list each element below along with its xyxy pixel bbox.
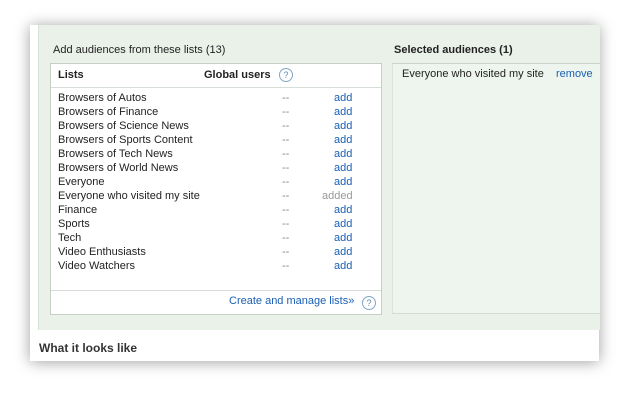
add-link[interactable]: add bbox=[334, 105, 352, 119]
list-item: Browsers of Autos -- add bbox=[51, 91, 381, 105]
list-item-global-users: -- bbox=[282, 148, 290, 160]
add-link[interactable]: add bbox=[334, 231, 352, 245]
list-item-name: Browsers of Science News bbox=[58, 120, 189, 132]
list-item: Tech -- add bbox=[51, 231, 381, 245]
list-item-global-users: -- bbox=[282, 162, 290, 174]
list-item: Sports -- add bbox=[51, 217, 381, 231]
available-lists-title: Add audiences from these lists (13) bbox=[53, 44, 226, 56]
add-link[interactable]: add bbox=[334, 175, 352, 189]
selected-audiences-box: Everyone who visited my site remove bbox=[392, 63, 600, 314]
list-item: Everyone who visited my site -- added bbox=[51, 189, 381, 203]
list-item: Video Watchers -- add bbox=[51, 259, 381, 273]
list-item: Everyone -- add bbox=[51, 175, 381, 189]
available-lists-box: Lists Global users ? Browsers of Autos --… bbox=[50, 63, 382, 315]
list-item-name: Browsers of Sports Content bbox=[58, 134, 193, 146]
list-item: Browsers of World News -- add bbox=[51, 161, 381, 175]
add-link[interactable]: add bbox=[334, 147, 352, 161]
list-item-global-users: -- bbox=[282, 176, 290, 188]
remove-link[interactable]: remove bbox=[556, 68, 593, 80]
list-footer: Create and manage lists» ? bbox=[51, 290, 381, 315]
add-link[interactable]: add bbox=[334, 259, 352, 273]
help-icon[interactable]: ? bbox=[279, 68, 293, 82]
add-link[interactable]: add bbox=[334, 161, 352, 175]
list-item-global-users: -- bbox=[282, 204, 290, 216]
list-item-name: Finance bbox=[58, 204, 98, 216]
added-status: added bbox=[322, 190, 353, 202]
list-item-global-users: -- bbox=[282, 92, 290, 104]
list-item-global-users: -- bbox=[282, 120, 290, 132]
audience-panel: Add audiences from these lists (13) Sele… bbox=[38, 25, 600, 330]
list-item: Browsers of Tech News -- add bbox=[51, 147, 381, 161]
add-link[interactable]: add bbox=[334, 133, 352, 147]
add-link[interactable]: add bbox=[334, 217, 352, 231]
list-item-global-users: -- bbox=[282, 134, 290, 146]
list-item-name: Video Watchers bbox=[58, 260, 136, 272]
add-link[interactable]: add bbox=[334, 203, 352, 217]
list-item-name: Browsers of Autos bbox=[58, 92, 147, 104]
add-link[interactable]: add bbox=[334, 119, 352, 133]
column-header-lists: Lists bbox=[58, 69, 84, 81]
list-item-name: Sports bbox=[58, 218, 90, 230]
list-header: Lists Global users ? bbox=[51, 64, 381, 88]
screenshot-frame: Add audiences from these lists (13) Sele… bbox=[30, 25, 600, 361]
list-item-global-users: -- bbox=[282, 232, 290, 244]
preview-section-title: What it looks like bbox=[39, 341, 138, 355]
list-item-name: Browsers of World News bbox=[58, 162, 179, 174]
list-item-name: Video Enthusiasts bbox=[58, 246, 146, 258]
list-item-name: Everyone bbox=[58, 176, 105, 188]
list-item-name: Everyone who visited my site bbox=[58, 190, 200, 202]
list-item-global-users: -- bbox=[282, 218, 290, 230]
selected-audiences-title: Selected audiences (1) bbox=[394, 44, 513, 56]
list-item: Video Enthusiasts -- add bbox=[51, 245, 381, 259]
help-icon[interactable]: ? bbox=[362, 296, 376, 310]
add-link[interactable]: add bbox=[334, 245, 352, 259]
list-item-name: Tech bbox=[58, 232, 82, 244]
available-lists: Browsers of Autos -- add Browsers of Financ… bbox=[51, 91, 381, 273]
list-item: Browsers of Sports Content -- add bbox=[51, 133, 381, 147]
create-manage-lists-link[interactable]: Create and manage lists» bbox=[229, 295, 354, 307]
add-link[interactable]: add bbox=[334, 91, 352, 105]
list-item-name: Browsers of Finance bbox=[58, 106, 159, 118]
list-item: Finance -- add bbox=[51, 203, 381, 217]
list-item-global-users: -- bbox=[282, 260, 290, 272]
list-item-global-users: -- bbox=[282, 106, 290, 118]
divider bbox=[392, 313, 600, 314]
list-item-global-users: -- bbox=[282, 246, 290, 258]
list-item-name: Browsers of Tech News bbox=[58, 148, 173, 160]
column-header-global-users: Global users bbox=[204, 69, 271, 81]
selected-audience-name: Everyone who visited my site bbox=[402, 68, 544, 80]
list-item: Browsers of Finance -- add bbox=[51, 105, 381, 119]
list-item: Browsers of Science News -- add bbox=[51, 119, 381, 133]
list-item-global-users: -- bbox=[282, 190, 290, 202]
